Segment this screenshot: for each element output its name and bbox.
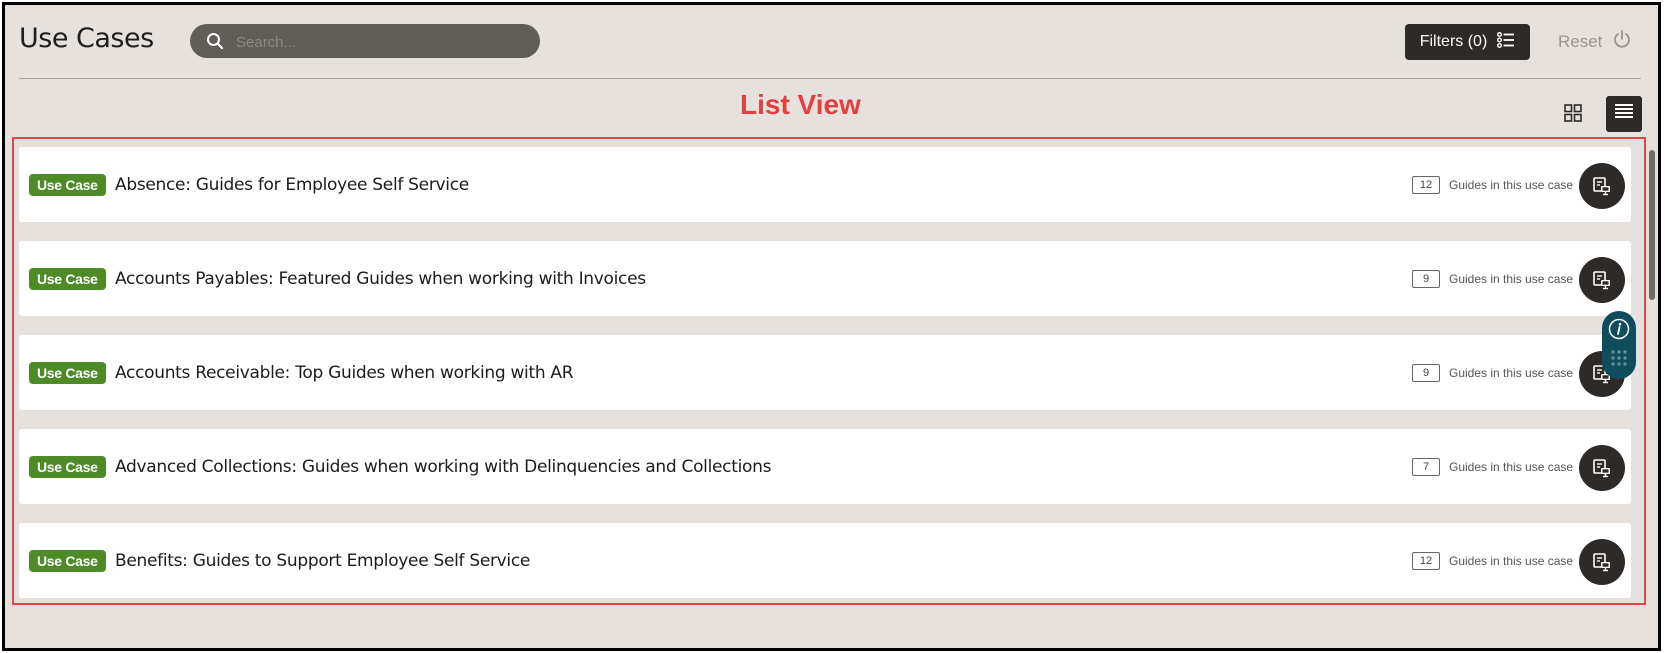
open-guides-button[interactable] xyxy=(1579,539,1625,585)
info-icon[interactable] xyxy=(1608,318,1630,340)
guide-count-label: Guides in this use case xyxy=(1449,272,1574,286)
use-case-badge: Use Case xyxy=(29,268,106,290)
drag-handle-icon[interactable] xyxy=(1610,349,1628,367)
list-view-toggle[interactable] xyxy=(1606,96,1642,132)
guide-icon xyxy=(1592,458,1612,478)
use-case-card[interactable]: Use Case Advanced Collections: Guides whe… xyxy=(19,429,1631,504)
guide-count: 12 xyxy=(1412,176,1440,194)
use-case-title[interactable]: Accounts Payables: Featured Guides when … xyxy=(115,269,646,289)
header-divider xyxy=(19,78,1641,79)
search-input[interactable] xyxy=(234,29,528,55)
guide-icon xyxy=(1592,270,1612,290)
app-frame: Use Cases Filters (0) xyxy=(2,2,1661,651)
guide-icon xyxy=(1592,552,1612,572)
help-widget[interactable] xyxy=(1602,311,1636,379)
guide-count-label: Guides in this use case xyxy=(1449,366,1574,380)
reset-label: Reset xyxy=(1558,31,1603,51)
use-case-card[interactable]: Use Case Benefits: Guides to Support Empl… xyxy=(19,523,1631,598)
guide-count: 9 xyxy=(1412,364,1440,382)
vertical-scrollbar[interactable] xyxy=(1649,150,1655,300)
use-case-title[interactable]: Benefits: Guides to Support Employee Sel… xyxy=(115,551,530,571)
open-guides-button[interactable] xyxy=(1579,163,1625,209)
reset-button[interactable]: Reset xyxy=(1558,29,1632,54)
use-case-title[interactable]: Advanced Collections: Guides when workin… xyxy=(115,457,771,477)
guide-count-label: Guides in this use case xyxy=(1449,178,1574,192)
use-case-title[interactable]: Absence: Guides for Employee Self Servic… xyxy=(115,175,469,195)
guide-count-label: Guides in this use case xyxy=(1449,554,1574,568)
use-case-card[interactable]: Use Case Absence: Guides for Employee Sel… xyxy=(19,147,1631,222)
use-case-card[interactable]: Use Case Accounts Receivable: Top Guides … xyxy=(19,335,1631,410)
page-title: Use Cases xyxy=(19,23,154,54)
guide-count: 7 xyxy=(1412,458,1440,476)
power-reset-icon xyxy=(1612,29,1632,54)
use-case-badge: Use Case xyxy=(29,456,106,478)
filter-list-icon xyxy=(1497,31,1515,53)
search-box[interactable] xyxy=(190,24,540,58)
open-guides-button[interactable] xyxy=(1579,257,1625,303)
use-case-badge: Use Case xyxy=(29,362,106,384)
grid-view-toggle[interactable] xyxy=(1559,101,1587,129)
list-icon xyxy=(1614,103,1634,126)
guide-count-label: Guides in this use case xyxy=(1449,460,1574,474)
filters-label: Filters (0) xyxy=(1419,33,1488,50)
guide-count: 12 xyxy=(1412,552,1440,570)
guide-icon xyxy=(1592,176,1612,196)
use-case-badge: Use Case xyxy=(29,550,106,572)
use-case-title[interactable]: Accounts Receivable: Top Guides when wor… xyxy=(115,363,574,383)
search-icon xyxy=(206,32,224,55)
use-case-card[interactable]: Use Case Accounts Payables: Featured Guid… xyxy=(19,241,1631,316)
grid-icon xyxy=(1564,103,1582,127)
annotation-label: List View xyxy=(740,89,861,120)
guide-count: 9 xyxy=(1412,270,1440,288)
use-case-badge: Use Case xyxy=(29,174,106,196)
open-guides-button[interactable] xyxy=(1579,445,1625,491)
page-header: Use Cases Filters (0) xyxy=(5,5,1658,77)
filters-button[interactable]: Filters (0) xyxy=(1405,24,1530,60)
